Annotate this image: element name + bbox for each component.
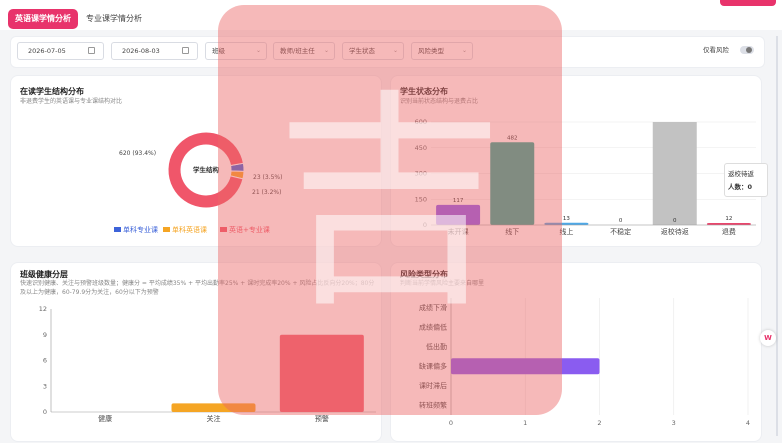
bar-data-label: 13 (563, 216, 570, 222)
tooltip-title: 返校待返 (728, 170, 754, 178)
health-bar (279, 334, 364, 412)
y-tick-label: 12 (39, 305, 47, 313)
x-tick-label: 0 (449, 419, 453, 427)
status-card: 学生状态分布 识别当前状态结构与退费占比 0 150 300 450 600 117 未开课… (390, 75, 762, 247)
health-bar (171, 403, 256, 412)
status-bar (436, 204, 481, 225)
x-tick-label: 4 (746, 419, 750, 427)
risk-only-toggle[interactable] (740, 46, 754, 54)
pie-data-label: 23 (3.5%) (253, 174, 282, 181)
risk-bar-chart: 0 1 2 3 4 成绩下滑成绩偏低低出勤缺课偏多课时滞后转班频繁 (419, 298, 750, 427)
x-tick-label: 预警 (315, 414, 329, 423)
risk-only-label: 仅看风险 (703, 46, 729, 54)
x-tick-label: 关注 (207, 414, 221, 423)
status-bar (544, 222, 589, 225)
y-tick-label: 150 (415, 195, 427, 203)
floating-assistant-icon[interactable]: W (760, 330, 776, 346)
teacher-select[interactable]: 教师/班主任 ⌄ (273, 42, 335, 60)
y-tick-label: 0 (43, 408, 47, 416)
x-tick-label: 返校待返 (661, 227, 689, 236)
legend-swatch (114, 227, 121, 232)
legend-swatch (220, 227, 227, 232)
legend-label: 单科英语课 (172, 225, 207, 234)
scrollbar-track[interactable] (776, 36, 778, 436)
background-bar (652, 122, 697, 225)
status-bar (490, 142, 535, 225)
chevron-down-icon: ⌄ (323, 47, 329, 54)
legend-label: 单科专业课 (123, 225, 158, 234)
student-status-value: 学生状态 (349, 47, 375, 55)
tooltip-value: 人数：0 (728, 183, 753, 191)
x-tick-label: 不稳定 (610, 227, 631, 236)
tab-english-analysis[interactable]: 英语课学情分析 (8, 9, 78, 29)
x-tick-label: 1 (523, 419, 527, 427)
bar-data-label: 482 (507, 135, 518, 141)
class-select-value: 班级 (212, 47, 225, 55)
y-tick-label: 转班频繁 (419, 400, 447, 409)
x-tick-label: 3 (672, 419, 676, 427)
y-tick-label: 低出勤 (426, 342, 447, 351)
status-bar-chart: 0 150 300 450 600 117 未开课 482 线下 13 线上 0 不稳定 0 返校待返 12 退… (415, 118, 756, 236)
y-tick-label: 3 (43, 382, 47, 390)
y-tick-label: 6 (43, 357, 47, 365)
x-tick-label: 线下 (505, 227, 519, 236)
bar-data-label: 0 (619, 218, 623, 224)
structure-pie-chart: 学生结构 23 (3.5%) 21 (3.2%) 620 (93.4%) 单科专业课 单科… (114, 131, 282, 234)
x-tick-label: 2 (597, 419, 601, 427)
y-tick-label: 600 (415, 118, 427, 126)
bar-data-label: 117 (453, 198, 464, 204)
structure-card: 在读学生结构分布 非退费学生的英语课与专业课结构对比 学生结构 23 (3.5%)… (10, 75, 382, 247)
legend-label: 英语+专业课 (229, 225, 270, 234)
y-tick-label: 成绩下滑 (419, 303, 447, 312)
health-bar-chart: 0 3 6 9 12 健康 关注 预警 (39, 305, 376, 423)
risk-card: 风险类型分布 判断当前学情风险主要来自哪里 0 1 2 3 4 成绩下滑 成绩偏低 低出勤 缺课… (390, 262, 762, 442)
y-tick-label: 成绩偏低 (419, 322, 447, 331)
y-tick-label: 450 (415, 144, 427, 152)
tab-major-analysis[interactable]: 专业课学情分析 (86, 9, 146, 29)
top-right-button[interactable] (720, 0, 776, 6)
calendar-icon (88, 47, 95, 54)
legend-swatch (163, 227, 170, 232)
x-tick-label: 退费 (722, 227, 736, 236)
bar-data-label: 0 (673, 218, 677, 224)
risk-bar (451, 358, 600, 375)
chart-tooltip: 返校待返 人数：0 (724, 163, 768, 197)
health-card: 班级健康分层 快速识别健康、关注与预警班级数量；健康分 = 平均成绩35% + … (10, 262, 382, 442)
y-tick-label: 0 (423, 221, 427, 229)
chevron-down-icon: ⌄ (392, 47, 398, 54)
x-tick-label: 未开课 (448, 227, 469, 236)
chevron-down-icon: ⌄ (461, 47, 467, 54)
pie-data-label: 21 (3.2%) (252, 189, 281, 196)
y-tick-label: 课时滞后 (419, 381, 447, 390)
x-tick-label: 健康 (98, 414, 112, 423)
y-tick-label: 缺课偏多 (419, 361, 447, 370)
pie-center-label: 学生结构 (193, 165, 220, 174)
status-bar (706, 222, 751, 225)
chevron-down-icon: ⌄ (255, 47, 261, 54)
start-date-picker[interactable]: 2026-07-05 (17, 42, 104, 60)
student-status-select[interactable]: 学生状态 ⌄ (342, 42, 404, 60)
end-date-value: 2026-08-03 (122, 47, 160, 55)
risk-type-value: 风险类型 (418, 47, 444, 55)
risk-type-select[interactable]: 风险类型 ⌄ (411, 42, 473, 60)
toggle-knob (746, 47, 752, 53)
teacher-select-value: 教师/班主任 (280, 47, 315, 55)
end-date-picker[interactable]: 2026-08-03 (111, 42, 198, 60)
calendar-icon (182, 47, 189, 54)
class-select[interactable]: 班级 ⌄ (205, 42, 267, 60)
pie-data-label: 620 (93.4%) (119, 150, 156, 157)
y-tick-label: 300 (415, 170, 427, 178)
x-tick-label: 线上 (559, 227, 573, 236)
y-tick-label: 9 (43, 331, 47, 339)
bar-data-label: 12 (725, 216, 732, 222)
start-date-value: 2026-07-05 (28, 47, 66, 55)
